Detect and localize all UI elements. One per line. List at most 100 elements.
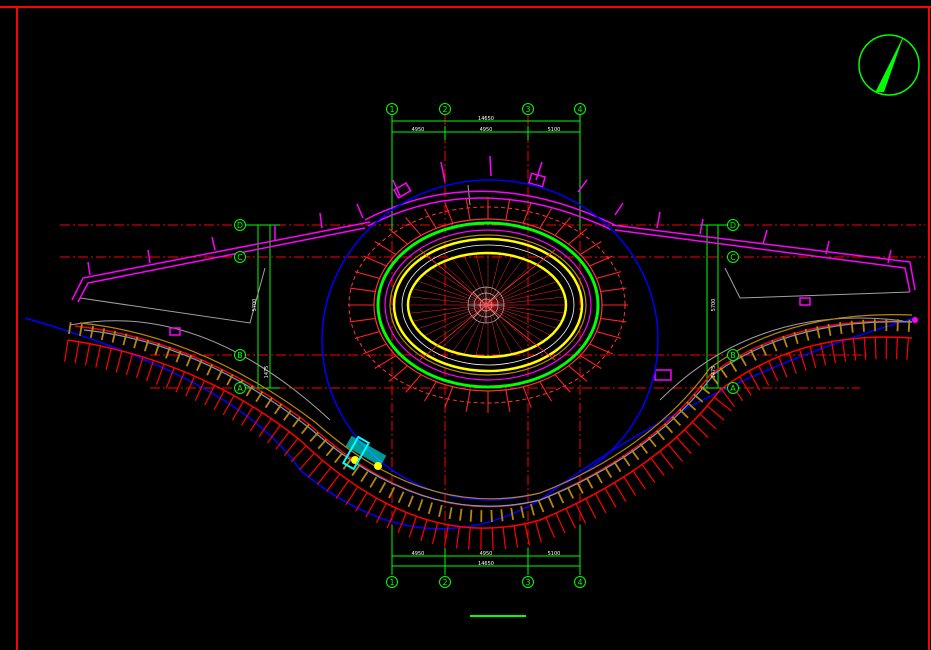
side-dimension: 5700 xyxy=(711,299,717,312)
drawing-stroke xyxy=(686,401,697,411)
drawing-stroke xyxy=(798,349,807,371)
drawing-stroke xyxy=(427,502,433,515)
grid-bubble-label: 2 xyxy=(442,578,447,587)
drawing-stroke xyxy=(490,509,493,523)
drawing-stroke xyxy=(441,304,489,348)
side-dimension: 1475 xyxy=(264,366,270,379)
drawing-stroke xyxy=(622,455,631,467)
drawing-stroke xyxy=(345,486,359,506)
drawing-stroke xyxy=(444,386,454,408)
grid-bubble-label: 1 xyxy=(389,578,394,587)
grid-bubble-label: 2 xyxy=(442,105,447,114)
drawing-stroke xyxy=(378,481,387,494)
drawing-stroke xyxy=(417,499,424,511)
north-arrow-icon xyxy=(858,34,920,96)
walkway-joists xyxy=(79,314,913,507)
drawing-stroke xyxy=(240,406,254,426)
bottom-dimension-texts: 4950 4950 5100 14650 xyxy=(412,551,561,567)
drawing-stroke xyxy=(465,389,471,412)
drawing-stroke xyxy=(841,339,847,362)
drawing-stroke xyxy=(300,423,310,435)
drawing-stroke xyxy=(585,498,597,519)
drawing-stroke xyxy=(630,449,640,461)
drawing-stroke xyxy=(676,436,692,454)
drawing-stroke xyxy=(487,255,513,306)
drawing-stroke xyxy=(438,504,443,517)
grid-bubble-label: C xyxy=(237,253,243,262)
grid-bubbles-left: D C B A xyxy=(234,219,246,394)
side-dimension: 1475 xyxy=(711,366,717,379)
drawing-stroke xyxy=(623,476,637,496)
drawing-stroke xyxy=(231,400,245,421)
drawing-stroke xyxy=(579,355,602,369)
drawing-stroke xyxy=(290,445,307,463)
drawing-stroke xyxy=(600,287,627,293)
grid-bubble-label: B xyxy=(237,351,243,360)
drawing-stroke xyxy=(363,343,387,355)
drawing-stroke xyxy=(84,343,91,366)
drawing-stroke xyxy=(604,466,613,478)
drawing-stroke xyxy=(647,436,657,448)
grid-bubble-label: C xyxy=(730,253,736,262)
overall-dimension: 14650 xyxy=(478,116,494,122)
drawing-stroke xyxy=(663,423,674,434)
drawing-stroke xyxy=(115,350,123,373)
drawing-stroke xyxy=(639,443,649,454)
drawing-stroke xyxy=(850,320,854,333)
grid-bubble-label: A xyxy=(237,384,243,393)
drawing-stroke xyxy=(309,431,319,442)
drawing-stroke xyxy=(397,491,405,503)
drawing-stroke xyxy=(513,525,519,548)
drawing-stroke xyxy=(719,367,728,379)
drawing-stroke xyxy=(74,341,80,364)
drawing-stroke xyxy=(613,482,627,502)
drawing-stroke xyxy=(522,386,532,408)
drawing-stroke xyxy=(469,509,473,522)
drawing-stroke xyxy=(768,360,779,382)
walkway-edge xyxy=(24,179,916,530)
drawing-stroke xyxy=(895,337,898,360)
drawing-stroke xyxy=(249,412,263,432)
drawing-stroke xyxy=(354,331,380,339)
drawing-stroke xyxy=(788,352,797,374)
drawing-stroke xyxy=(448,506,453,520)
drawing-stroke xyxy=(524,523,531,546)
drawing-stroke xyxy=(354,271,380,279)
drawing-stroke xyxy=(334,452,343,464)
drawing-stroke xyxy=(594,493,607,514)
drawing-stroke xyxy=(487,304,563,322)
grid-bubble-label: A xyxy=(730,384,736,393)
drawing-stroke xyxy=(299,452,315,471)
drawing-stroke xyxy=(706,405,725,421)
right-dimension-texts: 5700 1475 xyxy=(711,299,717,379)
drawing-stroke xyxy=(500,509,504,522)
sub-dimension: 4950 xyxy=(412,551,425,557)
drawing-stroke xyxy=(641,464,656,483)
drawing-stroke xyxy=(862,319,865,332)
drawing-stroke xyxy=(575,503,587,524)
walkway-joist-marks xyxy=(68,319,911,523)
drawing-stroke xyxy=(459,508,463,521)
grid-bubble-label: 3 xyxy=(525,105,530,114)
drawing-stroke xyxy=(455,526,460,549)
drawing-stroke xyxy=(693,393,704,403)
drawing-stroke xyxy=(510,507,515,521)
grid-bubble-label: D xyxy=(730,221,736,230)
overall-dimension: 14650 xyxy=(478,561,494,567)
drawing-stroke xyxy=(95,345,102,368)
drawing-stroke xyxy=(424,274,489,306)
side-dimension: 5700 xyxy=(252,299,258,312)
drawing-stroke xyxy=(539,381,553,402)
drawing-stroke xyxy=(502,527,506,550)
grid-bubbles-bottom: 1 2 3 4 xyxy=(386,576,586,588)
sub-dimension: 4950 xyxy=(480,127,493,133)
drawing-stroke xyxy=(907,319,911,332)
drawing-stroke xyxy=(424,304,489,336)
drawing-stroke xyxy=(863,337,867,360)
drawing-stroke xyxy=(739,354,747,367)
drawing-stroke xyxy=(604,487,617,508)
drawing-stroke xyxy=(589,343,613,355)
drawing-stroke xyxy=(463,255,489,306)
drawing-stroke xyxy=(194,380,206,401)
grid-bubble-label: 1 xyxy=(389,105,394,114)
